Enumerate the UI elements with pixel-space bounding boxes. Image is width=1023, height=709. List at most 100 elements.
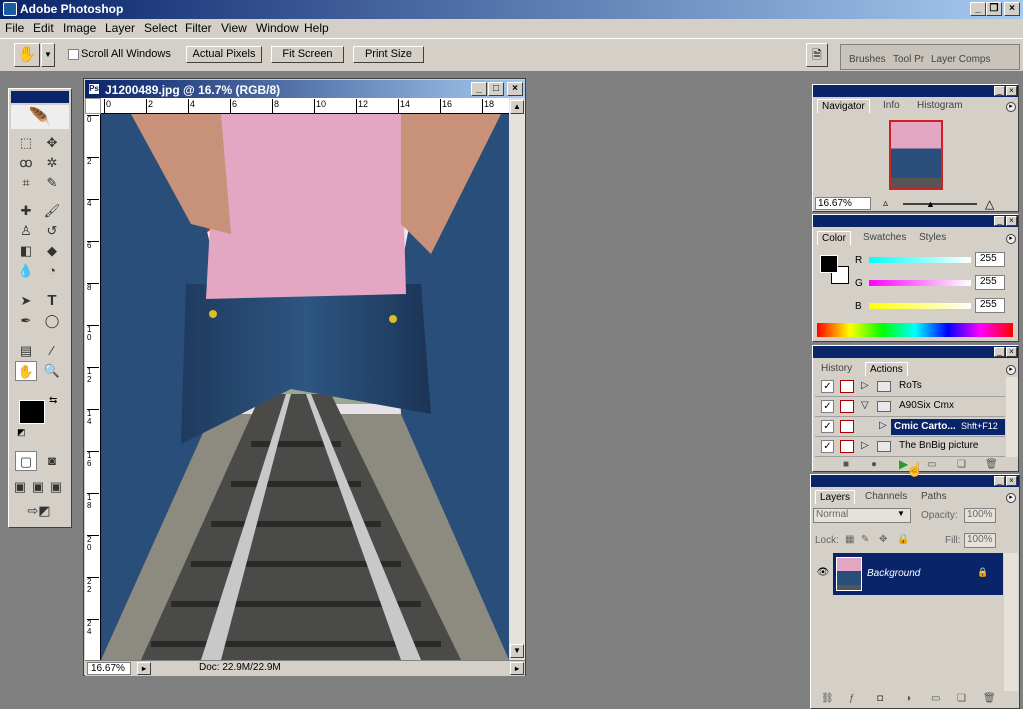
tab-paths[interactable]: Paths [917,490,951,504]
fg-color-chip[interactable] [820,255,838,273]
layers-minimize-icon[interactable]: _ [994,476,1005,486]
expand-arrow-icon[interactable]: ▷ [879,420,887,431]
fit-screen-button[interactable]: Fit Screen [271,46,344,63]
color-spectrum-ramp[interactable] [817,323,1013,337]
action-toggle-checkbox[interactable]: ✓ [821,440,834,453]
b-value[interactable]: 255 [975,298,1005,313]
zoom-tool-icon[interactable]: 🔍 [41,361,63,381]
actions-close-icon[interactable]: × [1006,347,1017,357]
dodge-tool-icon[interactable]: ◔ [41,261,63,281]
dialog-toggle-icon[interactable] [840,400,854,413]
record-icon[interactable]: ● [871,459,877,470]
action-toggle-checkbox[interactable]: ✓ [821,420,834,433]
delete-layer-icon[interactable]: 🗑 [983,693,996,704]
notes-tool-icon[interactable]: ▤ [15,341,37,361]
menu-select[interactable]: Select [144,21,177,35]
dialog-toggle-icon[interactable] [840,440,854,453]
screen-mode-standard-icon[interactable]: ▣ [11,477,29,497]
tab-color[interactable]: Color [817,231,851,245]
zoom-slider-thumb[interactable]: ▲ [926,199,935,209]
stop-icon[interactable]: ■ [843,459,849,470]
actions-scrollbar[interactable] [1006,377,1018,457]
tab-styles[interactable]: Styles [915,231,950,245]
r-value[interactable]: 255 [975,252,1005,267]
action-row-rots[interactable]: ✓ ▷ RoTs [815,377,1005,397]
actions-minimize-icon[interactable]: _ [994,347,1005,357]
lock-all-icon[interactable]: 🔒 [897,534,909,545]
restore-icon[interactable]: ❐ [986,2,1002,16]
tab-channels[interactable]: Channels [861,490,911,504]
color-minimize-icon[interactable]: _ [994,216,1005,226]
new-group-icon[interactable]: ▭ [931,693,940,704]
tab-histogram[interactable]: Histogram [913,99,967,113]
fill-field[interactable]: 100% [964,533,996,548]
menu-file[interactable]: File [5,21,24,35]
history-brush-icon[interactable]: ↺ [41,221,63,241]
delete-icon[interactable]: 🗑 [985,459,998,470]
layers-close-icon[interactable]: × [1006,476,1017,486]
lock-move-icon[interactable]: ✥ [879,534,887,545]
pen-tool-icon[interactable]: ✒ [15,311,37,331]
menu-edit[interactable]: Edit [33,21,54,35]
lock-paint-icon[interactable]: ✎ [861,534,869,545]
foreground-color-swatch[interactable] [19,400,45,424]
lock-transparency-icon[interactable]: ▦ [845,534,854,545]
ruler-origin[interactable] [85,98,101,114]
layers-menu-icon[interactable]: ▸ [1006,493,1016,503]
link-layers-icon[interactable]: ⛓ [821,693,834,704]
zoom-in-icon[interactable]: △ [985,197,994,211]
tab-layers[interactable]: Layers [815,490,856,504]
scroll-all-checkbox[interactable] [68,49,79,60]
new-layer-icon[interactable]: ❏ [957,693,966,704]
close-icon[interactable]: × [1004,2,1020,16]
zoom-out-icon[interactable]: ▵ [883,198,888,209]
zoom-field[interactable]: 16.67% [87,662,131,675]
menu-window[interactable]: Window [256,21,299,35]
action-row-a90six[interactable]: ✓ ▽ A90Six Cmx [815,397,1005,417]
layer-comps-tab[interactable]: Layer Comps [931,54,990,65]
blur-tool-icon[interactable]: 💧 [15,261,37,281]
healing-brush-icon[interactable]: ✚ [15,201,37,221]
minimize-icon[interactable]: _ [970,2,986,16]
action-row-bnbig[interactable]: ✓ ▷ The BnBig picture [815,437,1005,457]
brush-tool-icon[interactable]: 🖌 [41,201,63,221]
expand-arrow-icon[interactable]: ▷ [861,380,869,391]
status-menu-icon[interactable]: ▸ [137,662,151,675]
new-adjustment-icon[interactable]: ◑ [905,693,911,704]
crop-tool-icon[interactable]: ⌗ [15,173,37,193]
tab-swatches[interactable]: Swatches [859,231,910,245]
dialog-toggle-icon[interactable] [840,380,854,393]
opacity-field[interactable]: 100% [964,508,996,523]
type-tool-icon[interactable]: T [41,291,63,311]
path-selection-icon[interactable]: ➤ [15,291,37,311]
clone-stamp-icon[interactable]: ♙ [15,221,37,241]
default-colors-icon[interactable]: ◩ [17,427,26,438]
slice-tool-icon[interactable]: ✎ [41,173,63,193]
jump-to-imageready-icon[interactable]: ⇨◩ [15,501,63,521]
ellipse-tool-icon[interactable]: ◯ [41,311,63,331]
g-value[interactable]: 255 [975,275,1005,290]
image-canvas[interactable] [101,114,509,660]
tab-info[interactable]: Info [879,99,904,113]
tab-navigator[interactable]: Navigator [817,99,870,113]
screen-mode-full-icon[interactable]: ▣ [47,477,65,497]
tab-actions[interactable]: Actions [865,362,908,376]
layer-visibility-icon[interactable]: 👁 [813,553,833,595]
tool-presets-tab[interactable]: Tool Pr [893,54,924,65]
menu-filter[interactable]: Filter [185,21,212,35]
standard-mode-icon[interactable]: ▢ [15,451,37,471]
hand-tool-icon[interactable]: ✋ [15,361,37,381]
navigator-menu-icon[interactable]: ▸ [1006,102,1016,112]
paint-bucket-icon[interactable]: ◆ [41,241,63,261]
actual-pixels-button[interactable]: Actual Pixels [186,46,262,63]
blend-dropdown-icon[interactable]: ▼ [897,509,905,518]
menu-layer[interactable]: Layer [105,21,135,35]
file-browser-icon[interactable]: 🗎 [806,43,828,67]
navigator-thumbnail[interactable] [889,120,943,190]
marquee-tool-icon[interactable]: ⬚ [15,133,37,153]
status-arrow-icon[interactable]: ▸ [510,662,524,675]
action-toggle-checkbox[interactable]: ✓ [821,380,834,393]
lasso-tool-icon[interactable]: ꝏ [15,153,37,173]
quick-mask-icon[interactable]: ◙ [41,451,63,471]
preset-dropdown-icon[interactable]: ▼ [41,43,55,67]
